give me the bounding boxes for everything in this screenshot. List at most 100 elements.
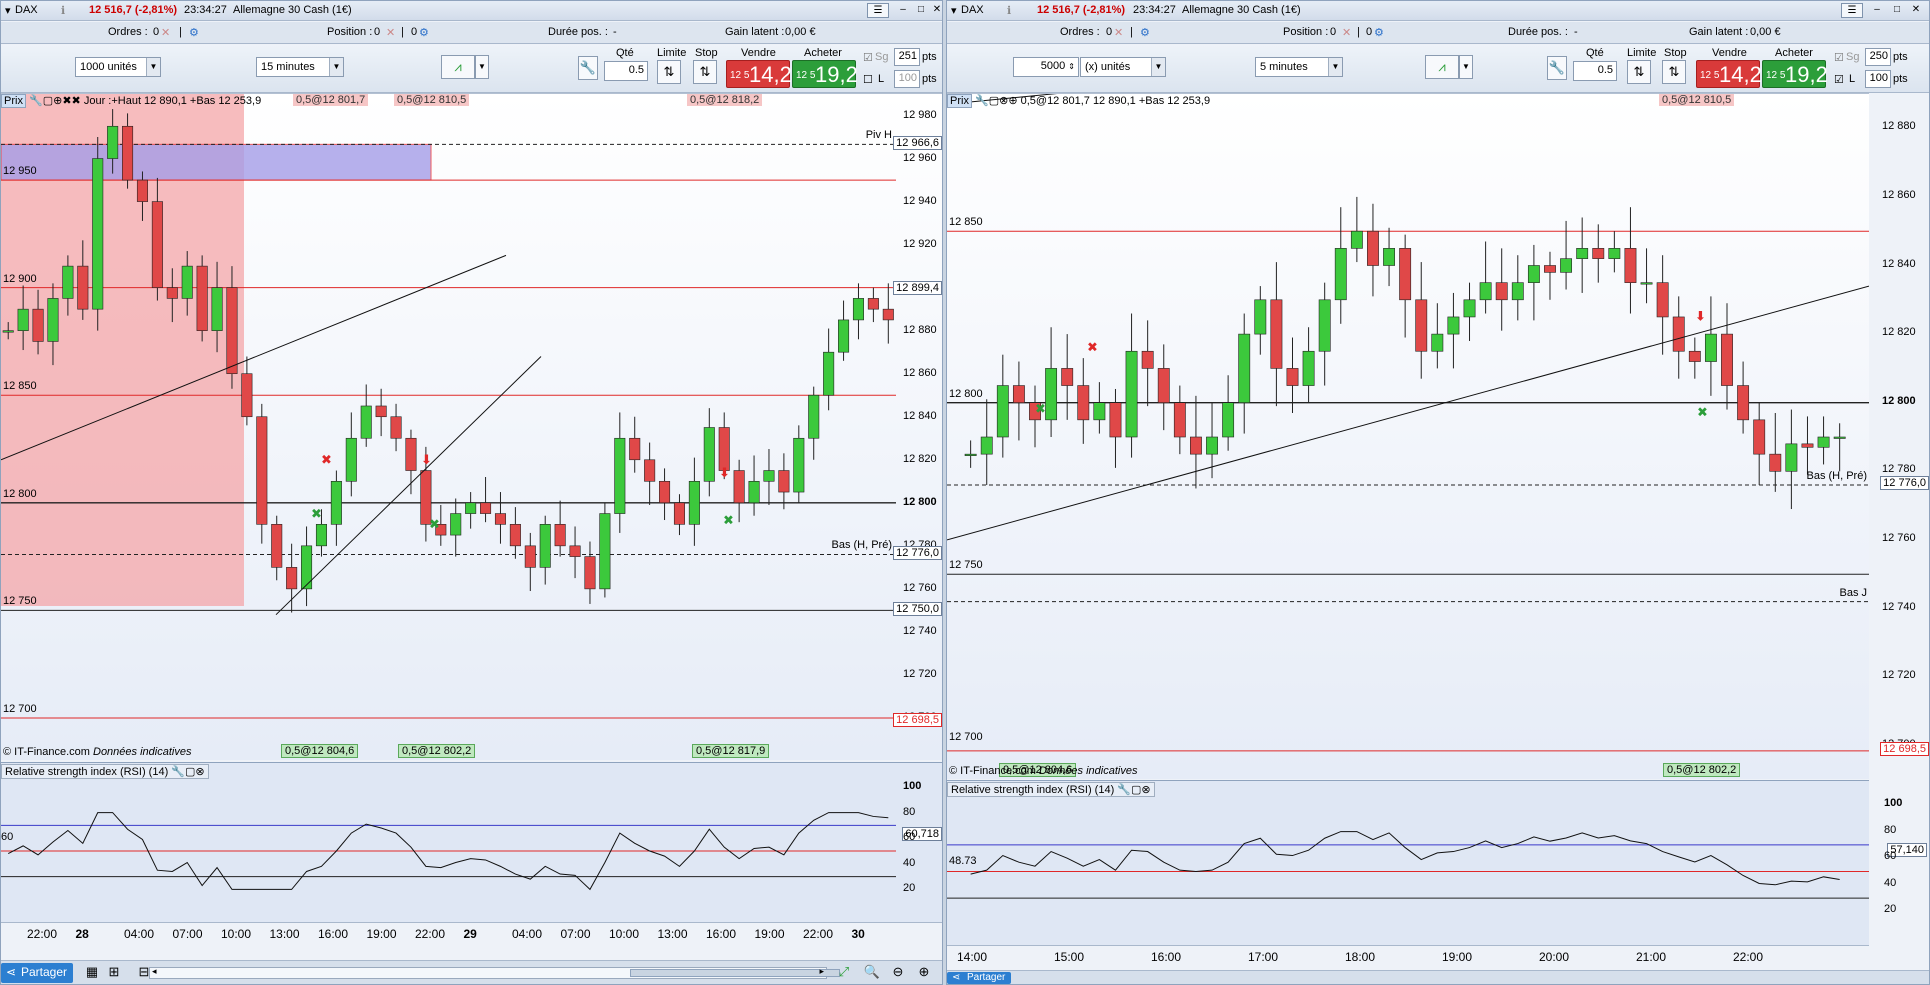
order-tag[interactable]: 0,5@12 802,2 <box>398 744 476 758</box>
sell-price: 14,2 <box>749 62 792 87</box>
prix-label[interactable]: Prix <box>1 94 26 108</box>
stop-order-icon[interactable]: ⇅ <box>1662 60 1686 84</box>
chart-type-icon[interactable]: ⩘ <box>1425 55 1459 79</box>
order-tag[interactable]: 0,5@12 817,9 <box>692 744 770 758</box>
stop-order-icon[interactable]: ⇅ <box>693 60 717 84</box>
timeframe-select[interactable]: 15 minutes ▼ <box>256 57 344 77</box>
position-detail-icon[interactable]: ⚙ <box>419 26 429 39</box>
zoom-in-icon[interactable]: ⊕ <box>915 964 933 982</box>
orders-link-icon[interactable]: | <box>179 26 182 38</box>
rsi-panel[interactable]: Relative strength index (RSI) (14) 🔧▢⊗ 6… <box>1 762 942 922</box>
orders-detail-icon[interactable]: ⚙ <box>189 26 199 39</box>
order-tag[interactable]: 0,5@12 802,2 <box>1663 763 1741 777</box>
rsi-panel[interactable]: Relative strength index (RSI) (14) 🔧▢⊗ 4… <box>947 780 1869 945</box>
l-input[interactable]: 100 <box>1865 70 1891 88</box>
chevron-down-icon: ▼ <box>1151 58 1165 76</box>
menu-icon[interactable]: ☰ <box>867 3 889 18</box>
chart-type-dropdown-icon[interactable]: ▼ <box>475 55 489 79</box>
auto-scale-icon[interactable]: ⤢ <box>835 964 853 982</box>
l-input[interactable]: 100 <box>894 70 920 88</box>
chart-type-dropdown-icon[interactable]: ▼ <box>1459 55 1473 79</box>
close-position-icon[interactable]: ✕ <box>1342 26 1351 39</box>
menu-icon[interactable]: ☰ <box>1841 3 1863 18</box>
sg-checkbox[interactable]: ☑ <box>1834 51 1844 64</box>
info-icon[interactable]: ℹ <box>61 4 65 17</box>
scroll-right-icon[interactable]: ▸ <box>819 966 824 977</box>
units-select[interactable]: 1000 unités ▼ <box>75 57 161 77</box>
instrument-name[interactable]: DAX <box>15 4 38 16</box>
position-link-icon[interactable]: | <box>1357 26 1360 38</box>
legend-tools-icon[interactable]: 🔧▢⊕✖✖ <box>29 95 81 107</box>
buy-price: 19,2 <box>1785 62 1828 87</box>
candle <box>688 480 700 525</box>
horizontal-scrollbar[interactable]: ◂ ▸ <box>149 966 840 979</box>
order-tag[interactable]: 0,5@12 810,5 <box>394 94 470 106</box>
zoom-fit-icon[interactable]: 🔍 <box>863 964 881 982</box>
position-detail-icon[interactable]: ⚙ <box>1374 26 1384 39</box>
cancel-orders-icon[interactable]: ✕ <box>161 26 170 39</box>
candle <box>286 567 298 590</box>
instrument-name[interactable]: DAX <box>961 4 984 16</box>
price-tick: 12 760 <box>1882 531 1916 544</box>
rsi-tools-icon[interactable]: 🔧▢⊗ <box>1117 784 1150 796</box>
buy-price-prefix: 12 5 <box>796 70 816 81</box>
duration-label: Durée pos. : <box>548 26 608 38</box>
limit-order-icon[interactable]: ⇅ <box>1627 60 1651 84</box>
scroll-left-icon[interactable]: ◂ <box>152 966 157 977</box>
dropdown-arrow-icon[interactable]: ▾ <box>5 4 11 17</box>
minimize-icon[interactable]: – <box>1866 3 1888 18</box>
buy-button[interactable]: 12 5 19,2 <box>792 60 858 88</box>
units-number-input[interactable]: 5000 ⇕ <box>1013 57 1079 77</box>
sg-input[interactable]: 250 <box>1865 48 1891 66</box>
price-chart[interactable]: ✖ ⬇ ✖ ✖ ⬇ ✖ Prix 🔧▢⊕✖✖ Jour :+Haut 12 890,1 +… <box>1 93 942 760</box>
legend-tools-icon[interactable]: 🔧▢⊗⊕ <box>975 95 1018 107</box>
orders-link-icon[interactable]: | <box>1130 26 1133 38</box>
sell-button[interactable]: 12 5 14,2 <box>1696 60 1762 88</box>
candle <box>345 437 357 482</box>
sg-checkbox[interactable]: ☑ <box>863 51 873 64</box>
price-chart[interactable]: ✖ ⬇ ✖ ✖ Prix 🔧▢⊗⊕ 0,5@12 801,7 12 890,1 +Ba… <box>947 93 1869 779</box>
share-button[interactable]: ⋖ Partager <box>947 972 1012 984</box>
table-icon[interactable]: ⊞ <box>105 964 123 982</box>
chart-type-icon[interactable]: ⩘ <box>441 55 475 79</box>
position-statusbar: Ordres : 0 ✕ | ⚙ Position : 0 ✕ | 0 ⚙ Du… <box>947 22 1929 44</box>
rsi-title-text: Relative strength index (RSI) (14) <box>951 784 1115 796</box>
l-checkbox[interactable]: ☑ <box>1834 73 1844 86</box>
cancel-orders-icon[interactable]: ✕ <box>1114 26 1123 39</box>
candle <box>136 179 148 202</box>
sg-input[interactable]: 251 <box>894 48 920 66</box>
price-change: 12 516,7 (-2,81%) <box>1037 4 1126 16</box>
dropdown-arrow-icon[interactable]: ▾ <box>951 4 957 17</box>
info-icon[interactable]: ℹ <box>1007 4 1011 17</box>
close-icon[interactable]: ✕ <box>926 3 942 18</box>
sell-button[interactable]: 12 5 14,2 <box>726 60 792 88</box>
order-tag[interactable]: 0,5@12 801,7 <box>293 94 369 106</box>
scroll-thumb[interactable] <box>630 969 840 977</box>
buy-button[interactable]: 12 5 19,2 <box>1762 60 1828 88</box>
quantity-input[interactable]: 0.5 <box>1573 61 1617 81</box>
candle <box>659 480 671 504</box>
candle <box>584 556 596 590</box>
limit-order-icon[interactable]: ⇅ <box>657 60 681 84</box>
quantity-input[interactable]: 0.5 <box>604 61 648 81</box>
time-tick: 10:00 <box>221 927 252 941</box>
share-button[interactable]: ⋖ Partager <box>1 963 74 983</box>
timeframe-select[interactable]: 5 minutes ▼ <box>1255 57 1343 77</box>
close-icon[interactable]: ✕ <box>1905 3 1927 18</box>
rsi-tools-icon[interactable]: 🔧▢⊗ <box>171 766 204 778</box>
candle <box>375 405 387 418</box>
close-position-icon[interactable]: ✕ <box>386 26 395 39</box>
order-tag[interactable]: 0,5@12 810,5 <box>1659 94 1735 106</box>
units-select[interactable]: (x) unités ▼ <box>1080 57 1166 77</box>
orders-detail-icon[interactable]: ⚙ <box>1140 26 1150 39</box>
order-tag[interactable]: 0,5@12 804,6 <box>281 744 359 758</box>
l-checkbox[interactable]: ☐ <box>863 73 873 86</box>
zoom-out-icon[interactable]: ⊖ <box>889 964 907 982</box>
prix-label[interactable]: Prix <box>947 94 972 108</box>
screenshot-icon[interactable]: ▦ <box>83 964 101 982</box>
position-link-icon[interactable]: | <box>401 26 404 38</box>
spinner-icon[interactable]: ⇕ <box>1068 62 1075 71</box>
wrench-icon[interactable]: 🔧 <box>578 56 598 80</box>
order-tag[interactable]: 0,5@12 818,2 <box>687 94 763 106</box>
wrench-icon[interactable]: 🔧 <box>1547 56 1567 80</box>
